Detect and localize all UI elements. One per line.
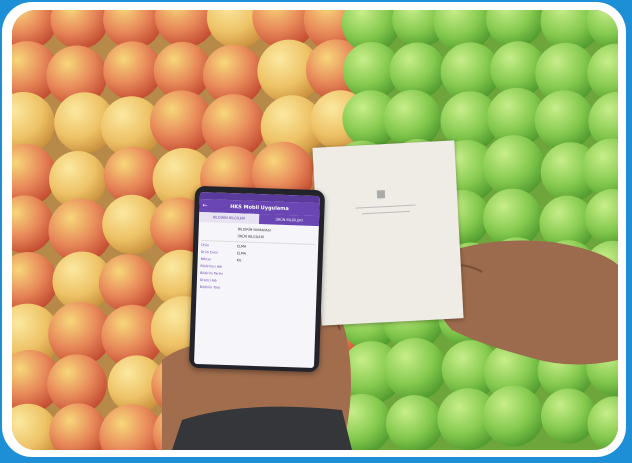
- apple: [389, 42, 446, 99]
- apple: [103, 41, 162, 100]
- apple: [385, 395, 443, 450]
- receipt: [312, 140, 464, 326]
- smartphone: ← HKS Mobil Uygulama BİLDİRİM BİLGİLERİ …: [188, 185, 326, 373]
- phone-screen: ← HKS Mobil Uygulama BİLDİRİM BİLGİLERİ …: [194, 191, 320, 369]
- qr-code-icon: [376, 190, 386, 199]
- tab-notification-info[interactable]: BİLDİRİM BİLGİLERİ: [198, 211, 260, 225]
- tab-product-info[interactable]: ÜRÜN BİLGİLERİ: [258, 214, 320, 227]
- detail-list: BİLDİRİM NUMARASI ÜRÜN BİLGİLERİ Ürün ELM…: [196, 222, 318, 298]
- photo-frame: ← HKS Mobil Uygulama BİLDİRİM BİLGİLERİ …: [2, 2, 626, 457]
- receipt-line: [355, 204, 416, 209]
- apple: [98, 254, 157, 312]
- apple: [383, 337, 447, 401]
- apple: [482, 135, 545, 197]
- apple: [540, 388, 597, 444]
- apple: [482, 385, 544, 447]
- apple: [534, 90, 595, 150]
- app-title: HKS Mobil Uygulama: [230, 203, 289, 212]
- receipt-line: [361, 210, 410, 215]
- apple: [383, 89, 442, 148]
- back-arrow-icon[interactable]: ←: [202, 202, 214, 209]
- market-photo: ← HKS Mobil Uygulama BİLDİRİM BİLGİLERİ …: [12, 10, 618, 450]
